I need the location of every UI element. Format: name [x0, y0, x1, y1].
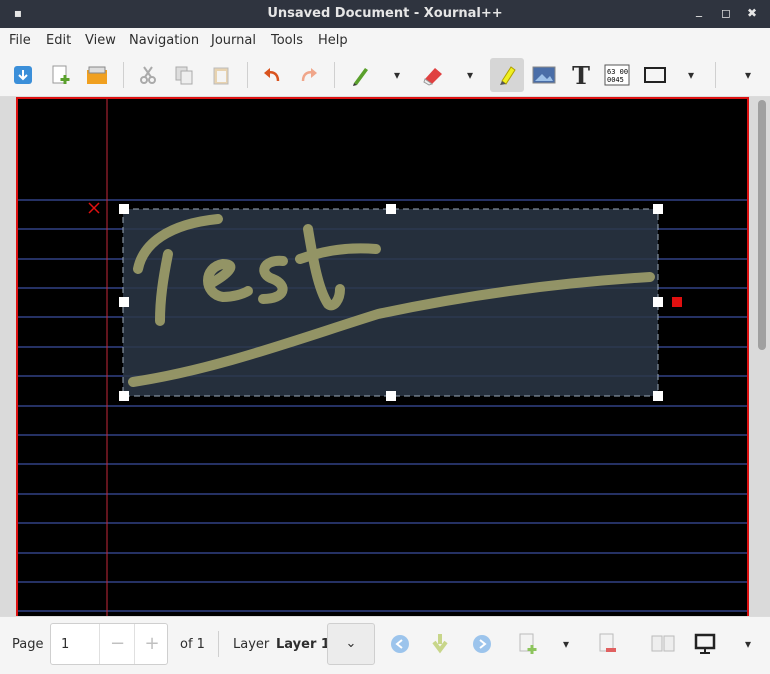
- pen-icon[interactable]: [345, 60, 375, 90]
- pen-dropdown-icon[interactable]: ▾: [382, 60, 412, 90]
- page-number-value[interactable]: 1: [61, 637, 69, 652]
- title-bar: ▪ Unsaved Document - Xournal++ _ ◻ ✖: [0, 0, 770, 28]
- new-page-icon[interactable]: [46, 60, 76, 90]
- redo-icon[interactable]: [294, 60, 324, 90]
- insert-page-dropdown-icon[interactable]: ▾: [551, 629, 581, 659]
- page-number-field[interactable]: 1 − +: [50, 623, 168, 665]
- minimize-button[interactable]: _: [691, 2, 707, 18]
- menu-help[interactable]: Help: [318, 33, 348, 48]
- highlighter-icon[interactable]: [490, 58, 524, 92]
- svg-text:0045: 0045: [607, 76, 624, 84]
- maximize-button[interactable]: ◻: [718, 5, 734, 21]
- open-folder-icon[interactable]: [82, 60, 112, 90]
- copy-icon[interactable]: [169, 60, 199, 90]
- page-label: Page: [12, 637, 44, 652]
- chevron-down-icon: ⌄: [345, 636, 357, 651]
- save-icon[interactable]: [8, 60, 38, 90]
- page-count-label: of 1: [180, 637, 205, 652]
- rectangle-icon[interactable]: [640, 60, 670, 90]
- eraser-dropdown-icon[interactable]: ▾: [455, 60, 485, 90]
- layer-dropdown-button[interactable]: ⌄: [327, 623, 375, 665]
- statusbar-overflow-icon[interactable]: ▾: [733, 629, 763, 659]
- window-title: Unsaved Document - Xournal++: [267, 6, 503, 21]
- next-page-icon[interactable]: [467, 629, 497, 659]
- status-bar: Page 1 − + of 1 Layer Layer 1 ⌄ ▾ ▾: [0, 616, 770, 674]
- two-pages-icon[interactable]: [648, 629, 678, 659]
- delete-page-icon[interactable]: [592, 629, 622, 659]
- paste-icon[interactable]: [206, 60, 236, 90]
- insert-page-icon[interactable]: [512, 629, 542, 659]
- page-increment-button[interactable]: +: [134, 624, 169, 664]
- page-decrement-button[interactable]: −: [99, 624, 135, 664]
- toolbar-overflow-icon[interactable]: ▾: [733, 60, 763, 90]
- latex-icon[interactable]: 63 00 0045: [602, 60, 632, 90]
- menu-bar: File Edit View Navigation Journal Tools …: [0, 28, 770, 54]
- presentation-mode-icon[interactable]: [690, 629, 720, 659]
- goto-page-icon[interactable]: [425, 629, 455, 659]
- layer-label: Layer: [233, 637, 270, 652]
- svg-text:63 00: 63 00: [607, 68, 628, 76]
- canvas-area[interactable]: [0, 97, 770, 616]
- text-icon[interactable]: T: [566, 60, 596, 90]
- menu-file[interactable]: File: [9, 33, 31, 48]
- menu-view[interactable]: View: [85, 33, 116, 48]
- menu-tools[interactable]: Tools: [271, 33, 303, 48]
- document-page[interactable]: [16, 97, 749, 616]
- toolbar: ▾ ▾ T 63 00 0045 ▾ ▾: [0, 54, 770, 97]
- previous-page-icon[interactable]: [385, 629, 415, 659]
- menu-edit[interactable]: Edit: [46, 33, 71, 48]
- layer-value: Layer 1: [276, 637, 330, 652]
- menu-journal[interactable]: Journal: [211, 33, 256, 48]
- vertical-scrollbar[interactable]: [758, 100, 766, 350]
- image-icon[interactable]: [529, 60, 559, 90]
- menu-navigation[interactable]: Navigation: [129, 33, 199, 48]
- eraser-icon[interactable]: [418, 60, 448, 90]
- undo-icon[interactable]: [257, 60, 287, 90]
- close-button[interactable]: ✖: [744, 5, 760, 21]
- cut-icon[interactable]: [133, 60, 163, 90]
- selection-box[interactable]: [18, 99, 749, 616]
- shape-dropdown-icon[interactable]: ▾: [676, 60, 706, 90]
